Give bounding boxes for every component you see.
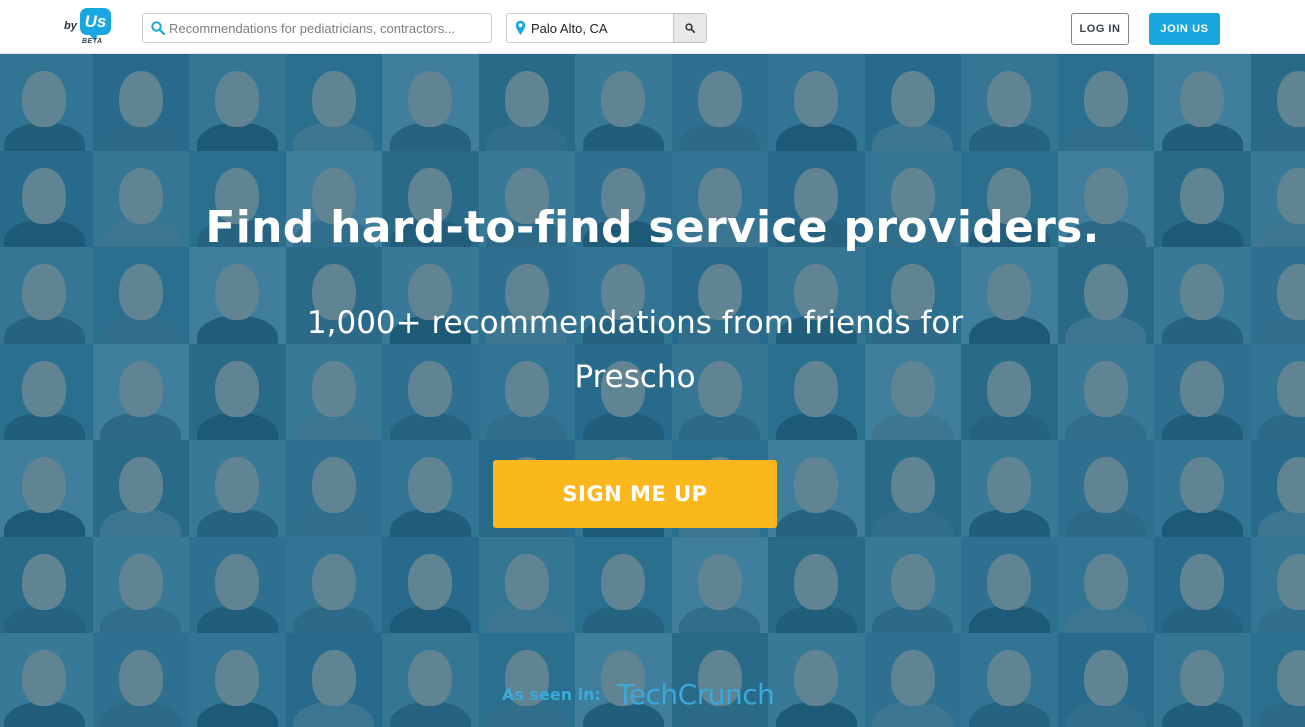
search-input[interactable] [169,14,485,42]
hero-section: Find hard-to-find service providers. 1,0… [0,54,1305,727]
location-input[interactable] [531,14,669,42]
location-pin-icon [515,20,526,36]
press-mention: As seen in: TechCrunch [502,678,775,711]
logo-prefix: by [64,20,77,32]
location-field[interactable] [506,13,673,43]
top-header: by Us BETA LOG IN JOIN US [0,0,1305,54]
hero-headline: Find hard-to-find service providers. [205,202,1100,253]
beta-tag: BETA [82,38,103,45]
search-submit-button[interactable] [673,13,707,43]
magnifier-icon [685,23,695,33]
techcrunch-logo[interactable]: TechCrunch [617,678,775,711]
logo-mark: Us [80,8,111,41]
sign-me-up-button[interactable]: SIGN ME UP [493,460,777,528]
logo[interactable]: by Us BETA [64,8,114,46]
login-button[interactable]: LOG IN [1071,13,1129,45]
as-seen-in-label: As seen in: [502,684,601,704]
join-button[interactable]: JOIN US [1149,13,1220,45]
search-icon [151,21,166,36]
search-field[interactable] [142,13,492,43]
hero-subline: 1,000+ recommendations from friends for … [306,305,964,395]
